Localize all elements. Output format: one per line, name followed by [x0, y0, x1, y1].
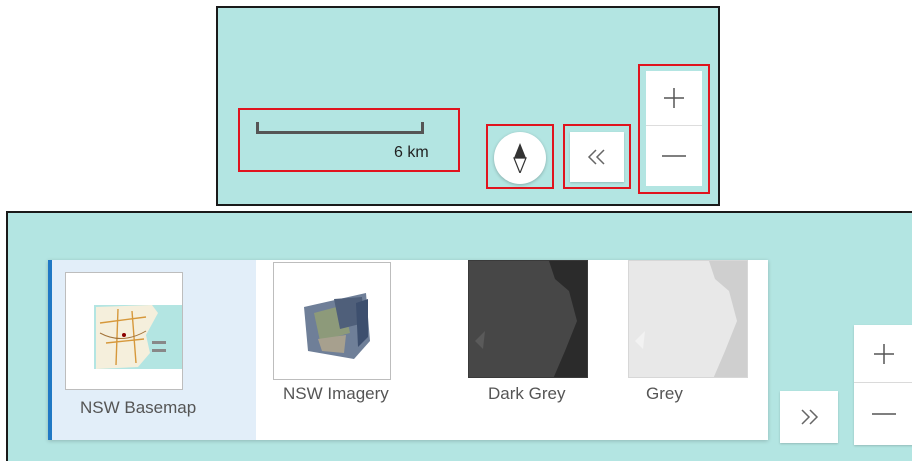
basemap-item-nsw-imagery[interactable]: NSW Imagery	[265, 260, 445, 440]
basemap-item-nsw-basemap[interactable]: NSW Basemap	[48, 260, 256, 440]
compass-icon	[513, 143, 527, 173]
grey-map-image	[629, 261, 747, 377]
collapse-button[interactable]	[570, 132, 624, 182]
basemap-panel: NSW Basemap NSW Imagery Dark Grey Grey	[6, 211, 912, 461]
expand-button[interactable]	[780, 391, 838, 443]
scalebar-highlight	[238, 108, 460, 172]
minus-icon	[662, 155, 686, 157]
double-chevron-left-icon	[587, 149, 605, 165]
basemap-gallery: NSW Basemap NSW Imagery Dark Grey Grey	[48, 260, 768, 440]
map-controls-panel: 6 km	[216, 6, 720, 206]
basemap-thumbnail	[468, 260, 588, 378]
nsw-basemap-map-image	[66, 273, 182, 389]
nsw-imagery-map-image	[304, 293, 370, 359]
plus-icon	[874, 343, 894, 364]
basemap-thumbnail	[65, 272, 183, 390]
dark-grey-map-image	[469, 261, 587, 377]
minus-icon	[872, 413, 896, 415]
basemap-item-dark-grey[interactable]: Dark Grey	[458, 260, 608, 440]
zoom-out-button[interactable]	[646, 126, 702, 186]
zoom-in-button[interactable]	[646, 71, 702, 126]
double-chevron-right-icon	[801, 409, 819, 425]
compass-button[interactable]	[494, 132, 546, 184]
basemap-label: Grey	[646, 384, 683, 403]
scale-label: 6 km	[394, 144, 429, 161]
scale-bar	[256, 122, 424, 134]
zoom-out-button[interactable]	[854, 383, 912, 445]
basemap-thumbnail	[628, 260, 748, 378]
basemap-label: Dark Grey	[488, 384, 566, 403]
zoom-in-button[interactable]	[854, 325, 912, 383]
plus-icon	[664, 88, 684, 108]
basemap-item-grey[interactable]: Grey	[618, 260, 758, 440]
basemap-label: NSW Basemap	[80, 398, 197, 417]
basemap-thumbnail	[273, 262, 391, 380]
basemap-label: NSW Imagery	[283, 384, 389, 403]
